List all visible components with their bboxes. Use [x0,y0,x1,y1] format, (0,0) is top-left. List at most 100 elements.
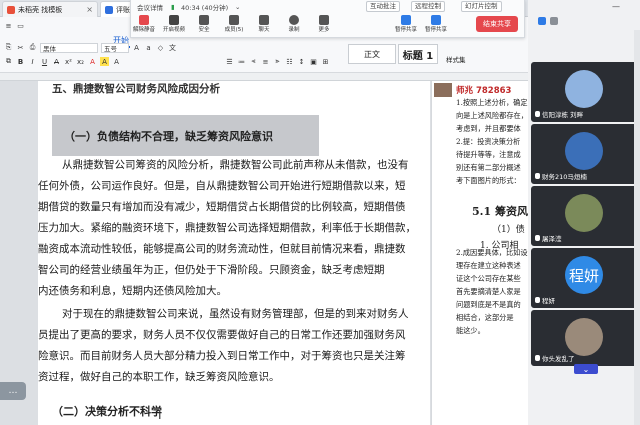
style-set-button[interactable]: 样式集 [446,54,466,64]
align-right-icon[interactable]: ⫸ [273,57,282,66]
mic-off-icon [139,15,149,25]
font-size-select[interactable]: 五号 [101,42,129,53]
page2-line: 考下面图片的形式： [456,176,521,185]
pause-share-button-2[interactable]: 暂停共享 [423,14,449,37]
grid-view-icon[interactable] [538,17,546,25]
participant-name: 屠泽滢 [542,235,562,243]
subscript-icon[interactable]: x₂ [76,57,85,66]
page2-line: 1.按照上述分析，确定 [456,98,528,107]
italic-icon[interactable]: I [28,57,37,66]
cut-icon[interactable]: ✂ [16,43,25,52]
participant-tile[interactable]: 程妍 程妍 [531,248,637,308]
bullets-icon[interactable]: ☰ [225,57,234,66]
copy-icon[interactable]: ⧉ [4,57,13,66]
format-painter-icon[interactable]: ⎙ [28,43,37,52]
end-share-button[interactable]: 结束共享 [476,16,518,32]
remote-control-button[interactable]: 远程控制 [411,1,445,12]
page2-line: 别还有第二部分概述 [456,163,521,172]
participant-name: 信阳淳栋 刘畔 [542,111,584,119]
align-center-icon[interactable]: ≡ [261,57,270,66]
members-button[interactable]: 成员(5) [221,14,247,37]
slide-control-button[interactable]: 幻灯片控制 [461,1,502,12]
more-button[interactable]: 更多 [311,14,337,37]
numbering-icon[interactable]: ≔ [237,57,246,66]
meeting-buttons: 解除静音 开启视频 安全 成员(5) 聊天 录制 更多 暂停共享 暂停共享 [131,14,524,37]
record-icon [289,15,299,25]
page2-header-text: 师兆 782863 [456,86,512,96]
tab-label: 未稻壳 找模板 [18,5,63,14]
participant-tile[interactable]: 你头发乱了 [531,310,637,366]
borders-icon[interactable]: ⊞ [321,57,330,66]
clipboard-row: ⎘ ✂ ⎙ 黑体 五号 A a ◇ 文 [4,41,180,54]
char-shading-icon[interactable]: A [112,57,121,66]
chat-icon [259,15,269,25]
page2-line: 首先要摘清楚人家是 [456,287,521,296]
shield-icon [199,15,209,25]
subsection-heading: （1）债 [492,225,525,235]
close-icon[interactable]: × [86,5,93,14]
justify-icon[interactable]: ☷ [285,57,294,66]
start-video-label: 开启视频 [162,27,185,33]
style-normal[interactable]: 正文 [348,44,396,64]
pause-share-button[interactable]: 暂停共享 [393,14,419,37]
page2-line: 2.成因要具体，比如设 [456,248,528,257]
highlight-icon[interactable]: A [100,57,109,66]
paste-icon[interactable]: ⎘ [4,43,13,52]
members-label: 成员(5) [224,27,244,33]
start-video-button[interactable]: 开启视频 [161,14,187,37]
avatar [565,132,603,170]
menu-row: ≡ ▭ [4,19,28,32]
para2-line: 员提出了更高的要求，财务人员不仅仅需要做好自己的日常工作还要加强财务风 [38,329,406,341]
strikethrough-icon[interactable]: A [52,57,61,66]
side-chat-toggle[interactable]: … [0,382,26,400]
superscript-icon[interactable]: x² [64,57,73,66]
participant-tile[interactable]: 信阳淳栋 刘畔 [531,62,637,122]
mic-icon [535,173,540,179]
grow-font-icon[interactable]: A [132,43,141,52]
chevron-down-icon[interactable]: ⌄ [235,3,240,11]
para1-line: 期借贷的数量只有增加而没有减少，短期借贷占长期借贷的比例较高，短期借债 [38,201,406,213]
participant-name: 财务210马烜楠 [542,173,587,181]
line-spacing-icon[interactable]: ↕ [297,57,306,66]
para2-line: 险意识。而目前财务人员大部分精力投入到日常工作中，对于筹资也只是关注筹 [38,350,406,362]
meeting-details-link[interactable]: 会议详情 [137,2,163,12]
chat-button[interactable]: 聊天 [251,14,277,37]
underline-icon[interactable]: U [40,57,49,66]
participant-name-row: 程妍 [535,295,555,305]
pinyin-icon[interactable]: 文 [168,43,177,52]
annotate-button[interactable]: 互动批注 [366,1,400,12]
unmute-button[interactable]: 解除静音 [131,14,157,37]
bold-icon[interactable]: B [16,57,25,66]
align-left-icon[interactable]: ⫷ [249,57,258,66]
shading-icon[interactable]: ▣ [309,57,318,66]
style-heading1[interactable]: 标题 1 [398,44,438,64]
horizontal-ruler[interactable] [0,73,528,81]
document-page[interactable]: 五、鼎捷数智公司财务风险成因分析 （一）负债结构不合理，缺乏筹资风险意识 从鼎捷… [38,81,430,425]
page2-line: 理存在建立这种表述 [456,261,521,270]
panel-toolbar [528,14,640,28]
participant-tile[interactable]: 财务210马烜楠 [531,124,637,184]
font-color-icon[interactable]: A [88,57,97,66]
participant-name: 你头发乱了 [542,355,575,363]
open-icon[interactable]: ▭ [16,21,25,30]
menu-icon[interactable]: ≡ [4,21,13,30]
expand-participants-button[interactable]: ⌄ [574,364,598,374]
highlighted-heading: （一）负债结构不合理，缺乏筹资风险意识 [52,115,319,156]
document-page-2[interactable]: 师兆 782863 1.按照上述分析，确定 向是上述风险都存在， 考虑到，并且都… [431,81,528,425]
avatar [565,70,603,108]
minimize-icon[interactable]: — [612,2,620,11]
record-button[interactable]: 录制 [281,14,307,37]
page2-line: 2.提：投资决策分析 [456,137,521,146]
font-family-select[interactable]: 黑体 [40,42,98,53]
page2-line: 相结合，这部分是 [456,313,514,322]
paragraph-row: ☰ ≔ ⫷ ≡ ⫸ ☷ ↕ ▣ ⊞ [225,55,333,68]
security-button[interactable]: 安全 [191,14,217,37]
tab-wps-daoke[interactable]: 未稻壳 找模板 × [2,1,98,17]
panel-scrollbar[interactable] [634,30,640,425]
clear-format-icon[interactable]: ◇ [156,43,165,52]
para1-line: 内还债务和利息，短期内还债风险加大。 [38,285,227,297]
shrink-font-icon[interactable]: a [144,43,153,52]
participant-tile[interactable]: 屠泽滢 [531,186,637,246]
avatar [565,194,603,232]
speaker-view-icon[interactable] [550,17,558,25]
